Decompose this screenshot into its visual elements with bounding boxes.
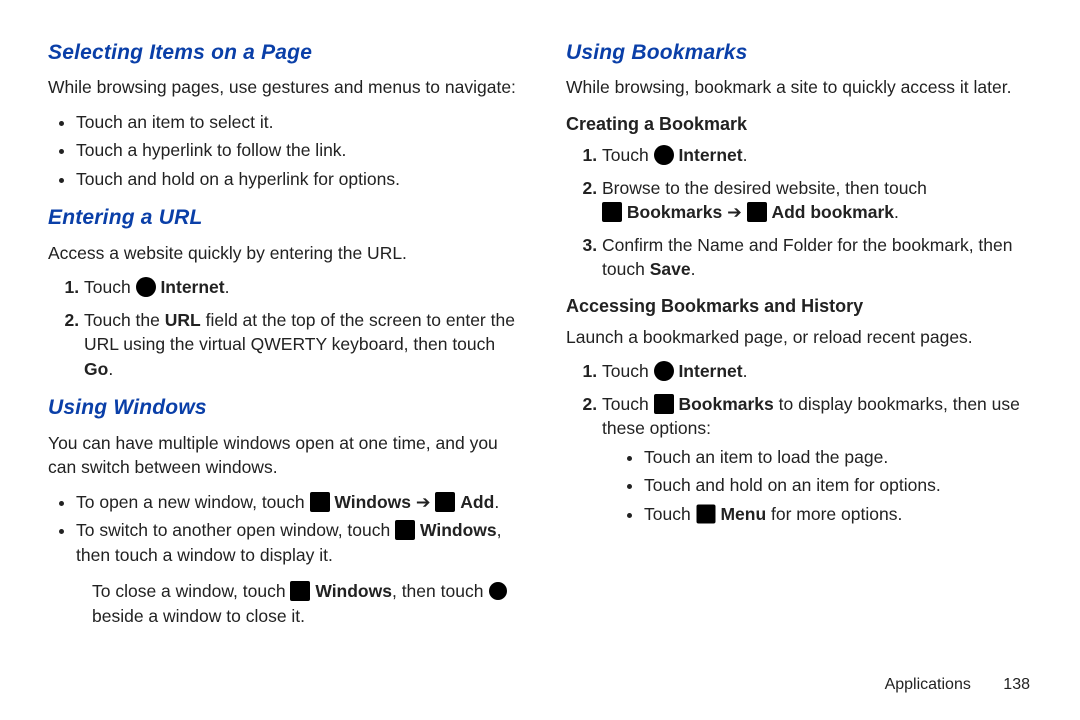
text-bold: Bookmarks bbox=[678, 394, 773, 414]
step-text: Touch Internet. bbox=[602, 145, 748, 165]
windows-sub-bullet: To close a window, touch Windows, then t… bbox=[92, 579, 520, 628]
windows-icon bbox=[395, 520, 415, 540]
step: Confirm the Name and Folder for the book… bbox=[602, 233, 1038, 282]
text: Touch bbox=[602, 145, 654, 165]
bullet: Touch and hold on a hyperlink for option… bbox=[76, 167, 520, 192]
creating-steps: Touch Internet. Browse to the desired we… bbox=[566, 143, 1038, 282]
step-text: Browse to the desired website, then touc… bbox=[602, 178, 927, 223]
selecting-intro: While browsing pages, use gestures and m… bbox=[48, 75, 520, 100]
entering-steps: Touch Internet. Touch the URL field at t… bbox=[48, 275, 520, 381]
windows-intro: You can have multiple windows open at on… bbox=[48, 431, 520, 480]
text: . bbox=[494, 492, 499, 512]
heading-selecting: Selecting Items on a Page bbox=[48, 38, 520, 67]
page-footer: Applications 138 bbox=[885, 674, 1030, 696]
text: Touch bbox=[84, 277, 136, 297]
step-text: Touch Internet. bbox=[602, 361, 748, 381]
bookmark-icon bbox=[602, 202, 622, 222]
step: Touch Internet. bbox=[602, 143, 1038, 168]
text-bold: URL bbox=[165, 310, 201, 330]
text: . bbox=[743, 361, 748, 381]
text: . bbox=[691, 259, 696, 279]
menu-icon bbox=[696, 504, 716, 524]
bookmarks-intro: While browsing, bookmark a site to quick… bbox=[566, 75, 1038, 100]
globe-icon bbox=[654, 145, 674, 165]
windows-icon bbox=[310, 492, 330, 512]
text: To switch to another open window, touch bbox=[76, 520, 395, 540]
subheading-creating-bookmark: Creating a Bookmark bbox=[566, 112, 1038, 137]
text-bold: Windows bbox=[420, 520, 497, 540]
accessing-sub-bullets: Touch an item to load the page. Touch an… bbox=[616, 445, 1038, 527]
text-bold: Windows bbox=[334, 492, 411, 512]
text: Touch bbox=[602, 394, 654, 414]
step-text: Touch Bookmarks to display bookmarks, th… bbox=[602, 394, 1020, 439]
bullet: Touch a hyperlink to follow the link. bbox=[76, 138, 520, 163]
heading-using-windows: Using Windows bbox=[48, 393, 520, 422]
globe-icon bbox=[136, 277, 156, 297]
text-bold: Internet bbox=[678, 145, 742, 165]
globe-icon bbox=[654, 361, 674, 381]
footer-page-number: 138 bbox=[1003, 676, 1030, 693]
step: Touch Bookmarks to display bookmarks, th… bbox=[602, 392, 1038, 527]
text-bold: Bookmarks bbox=[627, 202, 722, 222]
step: Touch the URL field at the top of the sc… bbox=[84, 308, 520, 382]
text: . bbox=[225, 277, 230, 297]
text-bold: Add bbox=[460, 492, 494, 512]
left-column: Selecting Items on a Page While browsing… bbox=[48, 38, 520, 700]
windows-bullets: To open a new window, touch Windows ➔ Ad… bbox=[48, 490, 520, 568]
bullet: Touch Menu for more options. bbox=[644, 502, 1038, 527]
bullet: To open a new window, touch Windows ➔ Ad… bbox=[76, 490, 520, 515]
step: Touch Internet. bbox=[84, 275, 520, 300]
text-bold: Menu bbox=[720, 504, 766, 524]
entering-intro: Access a website quickly by entering the… bbox=[48, 241, 520, 266]
close-icon bbox=[488, 581, 508, 601]
bookmark-icon bbox=[654, 394, 674, 414]
text: for more options. bbox=[766, 504, 902, 524]
text: Touch bbox=[644, 504, 696, 524]
accessing-intro: Launch a bookmarked page, or reload rece… bbox=[566, 325, 1038, 350]
text: , then touch bbox=[392, 581, 488, 601]
step-text: Touch the URL field at the top of the sc… bbox=[84, 310, 515, 379]
accessing-steps: Touch Internet. Touch Bookmarks to displ… bbox=[566, 359, 1038, 526]
text-bold: Internet bbox=[160, 277, 224, 297]
step: Browse to the desired website, then touc… bbox=[602, 176, 1038, 225]
step-text: Confirm the Name and Folder for the book… bbox=[602, 235, 1012, 280]
footer-section: Applications bbox=[885, 676, 971, 693]
text-bold: Add bookmark bbox=[771, 202, 894, 222]
text: . bbox=[894, 202, 899, 222]
text: beside a window to close it. bbox=[92, 606, 305, 626]
text: . bbox=[743, 145, 748, 165]
step: Touch Internet. bbox=[602, 359, 1038, 384]
bullet: Touch an item to select it. bbox=[76, 110, 520, 135]
text-bold: Go bbox=[84, 359, 108, 379]
bullet: Touch and hold on an item for options. bbox=[644, 473, 1038, 498]
bullet: To switch to another open window, touch … bbox=[76, 518, 520, 567]
subheading-accessing-bookmarks: Accessing Bookmarks and History bbox=[566, 294, 1038, 319]
add-icon bbox=[747, 202, 767, 222]
bullet: Touch an item to load the page. bbox=[644, 445, 1038, 470]
text: Browse to the desired website, then touc… bbox=[602, 178, 927, 198]
arrow-icon: ➔ bbox=[411, 492, 435, 512]
manual-page: Selecting Items on a Page While browsing… bbox=[0, 0, 1080, 720]
heading-entering-url: Entering a URL bbox=[48, 203, 520, 232]
heading-using-bookmarks: Using Bookmarks bbox=[566, 38, 1038, 67]
text-bold: Internet bbox=[678, 361, 742, 381]
text: To open a new window, touch bbox=[76, 492, 310, 512]
add-icon bbox=[435, 492, 455, 512]
step-text: Touch Internet. bbox=[84, 277, 230, 297]
text: Touch bbox=[602, 361, 654, 381]
text: Touch the bbox=[84, 310, 165, 330]
text-bold: Save bbox=[650, 259, 691, 279]
arrow-icon: ➔ bbox=[722, 202, 746, 222]
windows-icon bbox=[290, 581, 310, 601]
text-bold: Windows bbox=[315, 581, 392, 601]
text: To close a window, touch bbox=[92, 581, 290, 601]
selecting-bullets: Touch an item to select it. Touch a hype… bbox=[48, 110, 520, 192]
text: . bbox=[108, 359, 113, 379]
right-column: Using Bookmarks While browsing, bookmark… bbox=[566, 38, 1038, 700]
